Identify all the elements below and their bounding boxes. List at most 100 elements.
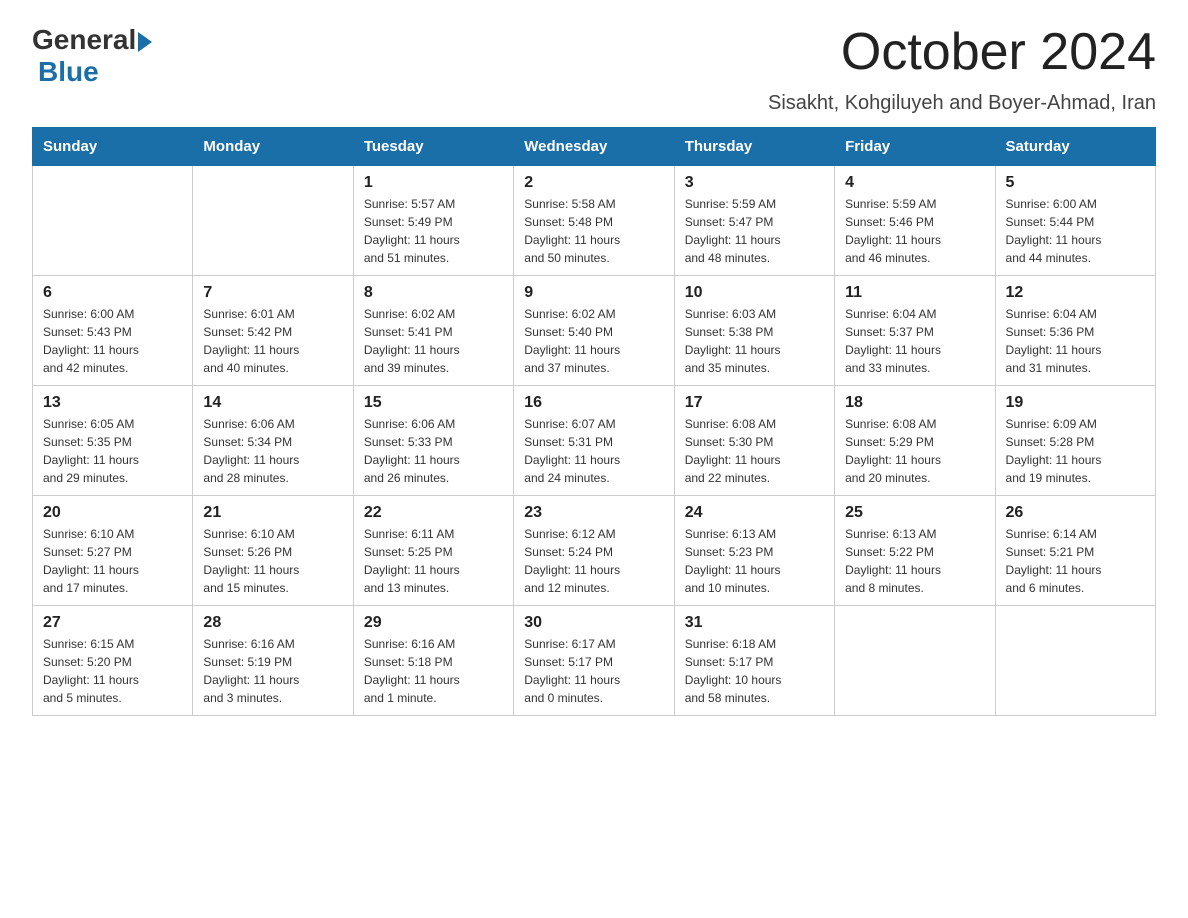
calendar-cell: [33, 166, 193, 276]
day-number: 25: [845, 504, 984, 522]
month-title: October 2024: [841, 24, 1156, 81]
day-info: Sunrise: 6:09 AMSunset: 5:28 PMDaylight:…: [1006, 415, 1145, 487]
calendar-cell: 4 Sunrise: 5:59 AMSunset: 5:46 PMDaylight…: [835, 166, 995, 276]
day-info: Sunrise: 5:58 AMSunset: 5:48 PMDaylight:…: [524, 195, 663, 267]
weekday-header-sunday: Sunday: [33, 128, 193, 166]
day-info: Sunrise: 6:11 AMSunset: 5:25 PMDaylight:…: [364, 525, 503, 597]
calendar-week-row: 20 Sunrise: 6:10 AMSunset: 5:27 PMDayligh…: [33, 496, 1156, 606]
day-number: 4: [845, 174, 984, 192]
calendar-cell: 19 Sunrise: 6:09 AMSunset: 5:28 PMDayligh…: [995, 386, 1155, 496]
day-number: 1: [364, 174, 503, 192]
day-info: Sunrise: 6:04 AMSunset: 5:36 PMDaylight:…: [1006, 305, 1145, 377]
day-number: 2: [524, 174, 663, 192]
day-number: 14: [203, 394, 342, 412]
day-info: Sunrise: 6:12 AMSunset: 5:24 PMDaylight:…: [524, 525, 663, 597]
day-number: 23: [524, 504, 663, 522]
day-info: Sunrise: 6:13 AMSunset: 5:23 PMDaylight:…: [685, 525, 824, 597]
page-header: General Blue October 2024: [32, 24, 1156, 88]
day-info: Sunrise: 6:10 AMSunset: 5:26 PMDaylight:…: [203, 525, 342, 597]
calendar-table: SundayMondayTuesdayWednesdayThursdayFrid…: [32, 127, 1156, 716]
calendar-cell: 5 Sunrise: 6:00 AMSunset: 5:44 PMDaylight…: [995, 166, 1155, 276]
calendar-week-row: 1Sunrise: 5:57 AMSunset: 5:49 PMDaylight…: [33, 166, 1156, 276]
logo-blue-text: Blue: [38, 56, 99, 88]
day-info: Sunrise: 6:00 AMSunset: 5:44 PMDaylight:…: [1006, 195, 1145, 267]
weekday-header-monday: Monday: [193, 128, 353, 166]
calendar-cell: [835, 606, 995, 716]
day-number: 20: [43, 504, 182, 522]
title-block: October 2024: [841, 24, 1156, 81]
calendar-cell: 29 Sunrise: 6:16 AMSunset: 5:18 PMDayligh…: [353, 606, 513, 716]
day-number: 29: [364, 614, 503, 632]
location-subtitle: Sisakht, Kohgiluyeh and Boyer-Ahmad, Ira…: [32, 92, 1156, 115]
day-number: 12: [1006, 284, 1145, 302]
logo: General Blue: [32, 24, 152, 88]
day-info: Sunrise: 6:08 AMSunset: 5:29 PMDaylight:…: [845, 415, 984, 487]
calendar-cell: 8 Sunrise: 6:02 AMSunset: 5:41 PMDaylight…: [353, 276, 513, 386]
calendar-cell: 12 Sunrise: 6:04 AMSunset: 5:36 PMDayligh…: [995, 276, 1155, 386]
calendar-cell: 2 Sunrise: 5:58 AMSunset: 5:48 PMDaylight…: [514, 166, 674, 276]
day-number: 24: [685, 504, 824, 522]
day-number: 13: [43, 394, 182, 412]
day-info: Sunrise: 5:59 AMSunset: 5:47 PMDaylight:…: [685, 195, 824, 267]
day-info: Sunrise: 6:14 AMSunset: 5:21 PMDaylight:…: [1006, 525, 1145, 597]
day-info: Sunrise: 5:59 AMSunset: 5:46 PMDaylight:…: [845, 195, 984, 267]
day-number: 9: [524, 284, 663, 302]
day-info: Sunrise: 6:18 AMSunset: 5:17 PMDaylight:…: [685, 635, 824, 707]
day-number: 18: [845, 394, 984, 412]
day-info: Sunrise: 6:02 AMSunset: 5:40 PMDaylight:…: [524, 305, 663, 377]
day-info: Sunrise: 6:17 AMSunset: 5:17 PMDaylight:…: [524, 635, 663, 707]
day-number: 26: [1006, 504, 1145, 522]
calendar-cell: 9 Sunrise: 6:02 AMSunset: 5:40 PMDaylight…: [514, 276, 674, 386]
day-info: Sunrise: 6:16 AMSunset: 5:18 PMDaylight:…: [364, 635, 503, 707]
weekday-header-wednesday: Wednesday: [514, 128, 674, 166]
day-info: Sunrise: 6:05 AMSunset: 5:35 PMDaylight:…: [43, 415, 182, 487]
day-info: Sunrise: 6:04 AMSunset: 5:37 PMDaylight:…: [845, 305, 984, 377]
day-number: 30: [524, 614, 663, 632]
day-number: 31: [685, 614, 824, 632]
day-info: Sunrise: 6:03 AMSunset: 5:38 PMDaylight:…: [685, 305, 824, 377]
day-number: 8: [364, 284, 503, 302]
calendar-cell: 11 Sunrise: 6:04 AMSunset: 5:37 PMDayligh…: [835, 276, 995, 386]
logo-general-text: General: [32, 24, 136, 56]
calendar-cell: 6Sunrise: 6:00 AMSunset: 5:43 PMDaylight…: [33, 276, 193, 386]
calendar-cell: 18 Sunrise: 6:08 AMSunset: 5:29 PMDayligh…: [835, 386, 995, 496]
calendar-cell: 24 Sunrise: 6:13 AMSunset: 5:23 PMDayligh…: [674, 496, 834, 606]
day-number: 7: [203, 284, 342, 302]
weekday-header-thursday: Thursday: [674, 128, 834, 166]
day-number: 11: [845, 284, 984, 302]
weekday-header-friday: Friday: [835, 128, 995, 166]
calendar-week-row: 13 Sunrise: 6:05 AMSunset: 5:35 PMDayligh…: [33, 386, 1156, 496]
calendar-week-row: 6Sunrise: 6:00 AMSunset: 5:43 PMDaylight…: [33, 276, 1156, 386]
calendar-cell: 30 Sunrise: 6:17 AMSunset: 5:17 PMDayligh…: [514, 606, 674, 716]
day-info: Sunrise: 6:16 AMSunset: 5:19 PMDaylight:…: [203, 635, 342, 707]
day-number: 22: [364, 504, 503, 522]
calendar-cell: 23 Sunrise: 6:12 AMSunset: 5:24 PMDayligh…: [514, 496, 674, 606]
calendar-cell: 31 Sunrise: 6:18 AMSunset: 5:17 PMDayligh…: [674, 606, 834, 716]
day-number: 19: [1006, 394, 1145, 412]
calendar-cell: 17 Sunrise: 6:08 AMSunset: 5:30 PMDayligh…: [674, 386, 834, 496]
day-info: Sunrise: 6:15 AMSunset: 5:20 PMDaylight:…: [43, 635, 182, 707]
calendar-cell: 15Sunrise: 6:06 AMSunset: 5:33 PMDayligh…: [353, 386, 513, 496]
day-info: Sunrise: 6:06 AMSunset: 5:34 PMDaylight:…: [203, 415, 342, 487]
calendar-cell: 3 Sunrise: 5:59 AMSunset: 5:47 PMDaylight…: [674, 166, 834, 276]
calendar-cell: [995, 606, 1155, 716]
day-number: 5: [1006, 174, 1145, 192]
day-info: Sunrise: 6:08 AMSunset: 5:30 PMDaylight:…: [685, 415, 824, 487]
calendar-week-row: 27Sunrise: 6:15 AMSunset: 5:20 PMDayligh…: [33, 606, 1156, 716]
day-number: 17: [685, 394, 824, 412]
calendar-cell: 28 Sunrise: 6:16 AMSunset: 5:19 PMDayligh…: [193, 606, 353, 716]
calendar-cell: 13 Sunrise: 6:05 AMSunset: 5:35 PMDayligh…: [33, 386, 193, 496]
calendar-cell: 16Sunrise: 6:07 AMSunset: 5:31 PMDayligh…: [514, 386, 674, 496]
calendar-cell: 25Sunrise: 6:13 AMSunset: 5:22 PMDayligh…: [835, 496, 995, 606]
day-number: 28: [203, 614, 342, 632]
calendar-cell: 20 Sunrise: 6:10 AMSunset: 5:27 PMDayligh…: [33, 496, 193, 606]
calendar-cell: 1Sunrise: 5:57 AMSunset: 5:49 PMDaylight…: [353, 166, 513, 276]
day-info: Sunrise: 6:07 AMSunset: 5:31 PMDaylight:…: [524, 415, 663, 487]
day-number: 3: [685, 174, 824, 192]
day-number: 10: [685, 284, 824, 302]
day-info: Sunrise: 6:02 AMSunset: 5:41 PMDaylight:…: [364, 305, 503, 377]
weekday-header-saturday: Saturday: [995, 128, 1155, 166]
calendar-cell: [193, 166, 353, 276]
day-info: Sunrise: 6:10 AMSunset: 5:27 PMDaylight:…: [43, 525, 182, 597]
day-number: 15: [364, 394, 503, 412]
